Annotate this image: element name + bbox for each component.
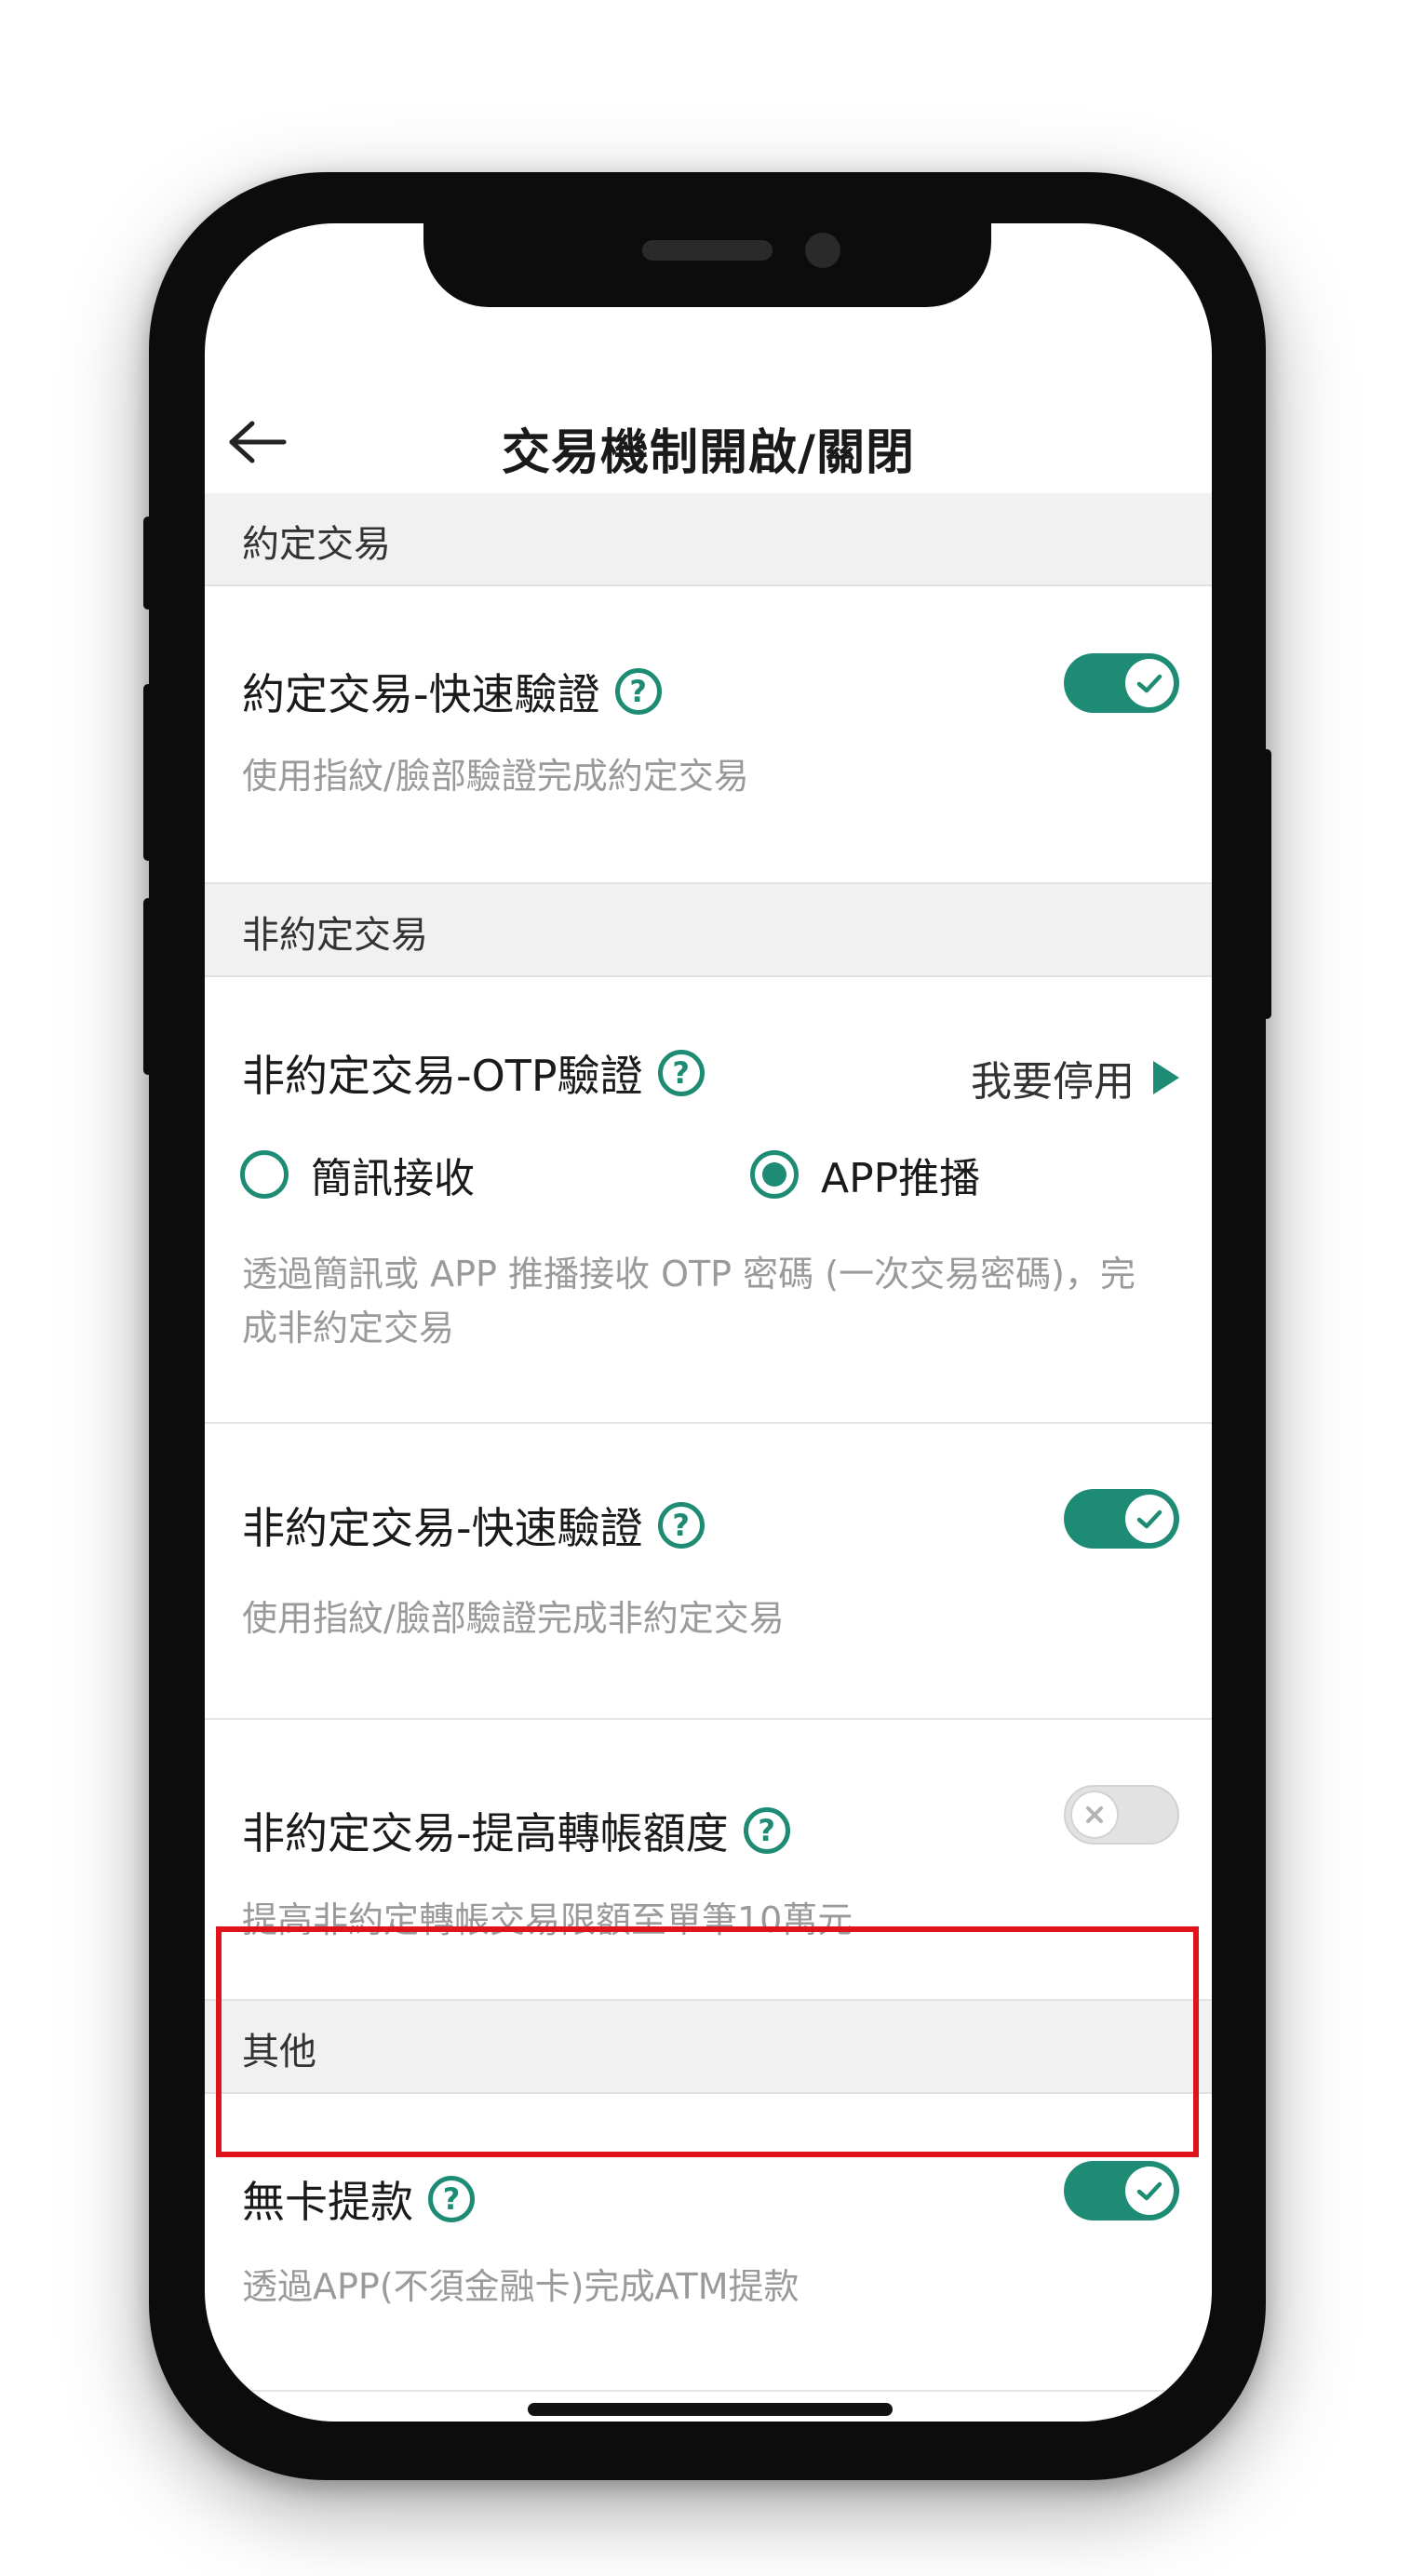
toggle-switch[interactable] (1064, 1785, 1179, 1845)
section-header-non-agreed: 非約定交易 (205, 884, 1212, 977)
toggle-switch[interactable] (1064, 1489, 1179, 1549)
row-description: 使用指紋/臉部驗證完成非約定交易 (242, 1598, 785, 1639)
row-title: 約定交易-快速驗證 ? (242, 661, 662, 722)
toggle-knob (1125, 1495, 1174, 1543)
page-title: 交易機制開啟/關閉 (502, 425, 915, 481)
check-icon (1136, 1509, 1162, 1529)
app-header: 交易機制開啟/關閉 (205, 391, 1212, 493)
radio-label: 簡訊接收 (311, 1155, 475, 1202)
row-description: 使用指紋/臉部驗證完成約定交易 (242, 756, 749, 797)
speaker (642, 240, 773, 261)
highlight-box (216, 1926, 1199, 2157)
silent-switch (143, 517, 153, 610)
row-title-text: 非約定交易-OTP驗證 (242, 1051, 643, 1101)
check-icon (1136, 2181, 1162, 2201)
radio-circle-checked (750, 1150, 799, 1199)
x-icon (1086, 1806, 1103, 1823)
row-title: 非約定交易-OTP驗證 ? (242, 1042, 705, 1104)
setting-row-agreed-quick-verify: 約定交易-快速驗證 ? 使用指紋/臉部驗證完成約定交易 (205, 586, 1212, 884)
check-icon (1136, 674, 1162, 693)
home-indicator[interactable] (528, 2403, 893, 2416)
question-circle-icon[interactable]: ? (743, 1807, 790, 1854)
row-title: 無卡提款 ? (242, 2168, 475, 2230)
toggle-switch[interactable] (1064, 653, 1179, 713)
front-camera (805, 233, 840, 268)
question-circle-icon[interactable]: ? (614, 668, 662, 715)
notch (423, 223, 991, 307)
row-title-text: 非約定交易-提高轉帳額度 (242, 1808, 729, 1858)
radio-app-push[interactable]: APP推播 (750, 1145, 980, 1204)
row-title: 非約定交易-提高轉帳額度 ? (242, 1800, 790, 1861)
row-description: 透過簡訊或 APP 推播接收 OTP 密碼 (一次交易密碼)，完成非約定交易 (242, 1254, 1136, 1348)
radio-label: APP推播 (821, 1155, 981, 1202)
screen: 交易機制開啟/關閉 約定交易 約定交易-快速驗證 ? 使用指紋/臉部驗證完成約定… (205, 223, 1212, 2422)
question-circle-icon[interactable]: ? (657, 1050, 705, 1096)
row-title-text: 非約定交易-快速驗證 (242, 1503, 643, 1553)
setting-row-otp-verify: 非約定交易-OTP驗證 ? 我要停用 簡訊接收 APP推播 透過簡訊或 APP … (205, 977, 1212, 1424)
row-title-text: 無卡提款 (242, 2177, 413, 2227)
toggle-knob (1125, 2167, 1174, 2215)
phone-frame: 交易機制開啟/關閉 約定交易 約定交易-快速驗證 ? 使用指紋/臉部驗證完成約定… (143, 172, 1271, 2480)
row-title-text: 約定交易-快速驗證 (242, 669, 600, 719)
question-circle-icon[interactable]: ? (428, 2176, 475, 2222)
radio-circle-unchecked (240, 1150, 289, 1199)
volume-down-button (143, 898, 153, 1075)
toggle-switch[interactable] (1064, 2161, 1179, 2220)
power-button (1262, 749, 1271, 1019)
row-description: 透過APP(不須金融卡)完成ATM提款 (242, 2266, 800, 2307)
disable-otp-button[interactable]: 我要停用 (971, 1048, 1179, 1107)
section-title: 約定交易 (242, 523, 391, 566)
question-circle-icon[interactable]: ? (657, 1502, 705, 1549)
disable-label: 我要停用 (971, 1058, 1135, 1106)
volume-up-button (143, 684, 153, 861)
radio-sms[interactable]: 簡訊接收 (240, 1145, 475, 1204)
section-title: 非約定交易 (242, 914, 428, 957)
play-triangle-icon (1153, 1061, 1179, 1094)
toggle-knob (1125, 659, 1174, 707)
setting-row-non-agreed-quick-verify: 非約定交易-快速驗證 ? 使用指紋/臉部驗證完成非約定交易 (205, 1424, 1212, 1720)
section-header-agreed: 約定交易 (205, 493, 1212, 586)
toggle-knob (1070, 1791, 1119, 1839)
row-title: 非約定交易-快速驗證 ? (242, 1495, 705, 1556)
